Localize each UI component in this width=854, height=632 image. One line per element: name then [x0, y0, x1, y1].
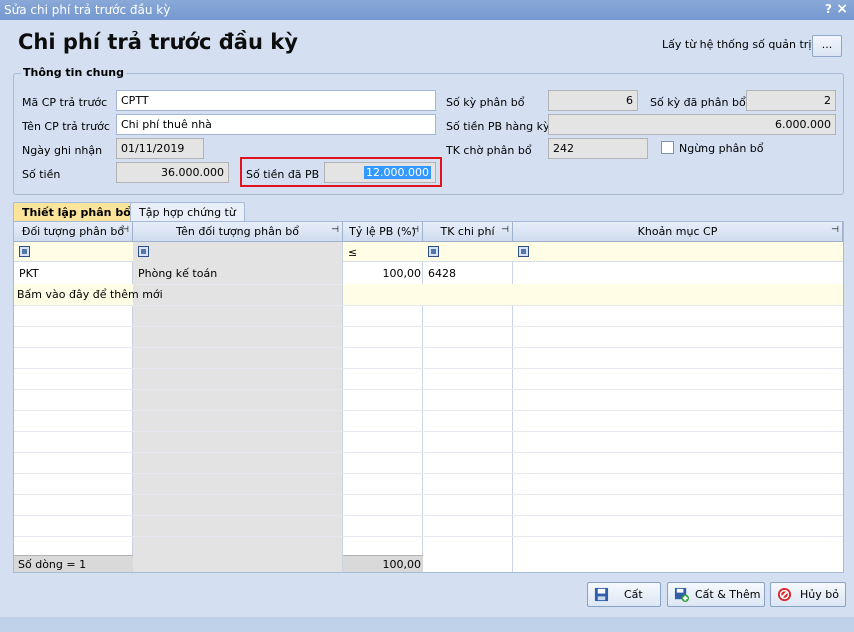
pin-icon[interactable]: ⊣	[331, 225, 339, 235]
ma-cp-input[interactable]: CPTT	[116, 90, 436, 111]
ten-cp-label: Tên CP trả trước	[22, 120, 110, 133]
page-title: Chi phí trả trước đầu kỳ	[18, 30, 298, 54]
window-titlebar: Sửa chi phí trả trước đầu kỳ ? ×	[0, 0, 854, 20]
save-icon	[594, 587, 609, 602]
system-link-label: Lấy từ hệ thống số quản trị	[662, 38, 812, 51]
tk-cho-label: TK chờ phân bổ	[446, 144, 532, 157]
so-tien-pb-label: Số tiền đã PB	[246, 168, 320, 181]
row-count: Số dòng = 1	[18, 558, 87, 571]
pin-icon[interactable]: ⊣	[831, 225, 839, 235]
allocation-grid: Đối tượng phân bổ ⊣ Tên đối tượng phân bổ…	[13, 221, 844, 573]
cell-ten-doi-tuong[interactable]: Phòng kế toán	[138, 267, 217, 280]
status-bar	[0, 617, 854, 632]
close-icon[interactable]: ×	[836, 1, 848, 17]
col-header-tk-chi-phi[interactable]: TK chi phí ⊣	[423, 222, 513, 242]
help-icon[interactable]: ?	[825, 2, 832, 16]
pin-icon[interactable]: ⊣	[411, 225, 419, 235]
system-browse-button[interactable]: ...	[812, 35, 842, 57]
so-tien-label: Số tiền	[22, 168, 61, 181]
col-header-ten-doi-tuong[interactable]: Tên đối tượng phân bổ ⊣	[133, 222, 343, 242]
so-ky-da-field: 2	[746, 90, 836, 111]
window-title: Sửa chi phí trả trước đầu kỳ	[4, 3, 171, 17]
ten-cp-input[interactable]: Chi phí thuê nhà	[116, 114, 436, 135]
filter-icon[interactable]	[518, 246, 529, 257]
ngung-phan-bo-label: Ngừng phân bổ	[679, 142, 764, 155]
filter-icon[interactable]	[19, 246, 30, 257]
so-ky-da-label: Số kỳ đã phân bổ	[650, 96, 746, 109]
col-header-ty-le[interactable]: Tỷ lệ PB (%) ⊣	[343, 222, 423, 242]
filter-row	[14, 242, 133, 262]
ma-cp-label: Mã CP trả trước	[22, 96, 108, 109]
tab-tap-hop[interactable]: Tập hợp chứng từ	[130, 202, 245, 222]
cancel-icon	[777, 587, 792, 602]
filter-icon[interactable]	[138, 246, 149, 257]
so-ky-field: 6	[548, 90, 638, 111]
cell-doi-tuong[interactable]: PKT	[19, 267, 39, 280]
so-ky-label: Số kỳ phân bổ	[446, 96, 525, 109]
so-tien-pb-value: 12.000.000	[364, 166, 431, 179]
ngay-ghi-nhan-field: 01/11/2019	[116, 138, 204, 159]
col-header-doi-tuong[interactable]: Đối tượng phân bổ ⊣	[14, 222, 133, 242]
pb-hang-ky-label: Số tiền PB hàng kỳ	[446, 120, 550, 133]
filter-icon[interactable]	[428, 246, 439, 257]
pin-icon[interactable]: ⊣	[501, 225, 509, 235]
cancel-button[interactable]: Hủy bỏ	[770, 582, 846, 607]
cell-ty-le[interactable]: 100,00	[343, 267, 422, 280]
filter-row	[343, 242, 843, 262]
tab-thiet-lap[interactable]: Thiết lập phân bổ	[13, 202, 140, 222]
pb-hang-ky-field: 6.000.000	[548, 114, 836, 135]
save-add-icon	[674, 587, 689, 602]
so-tien-field: 36.000.000	[116, 162, 229, 183]
filter-operator[interactable]: ≤	[348, 246, 357, 259]
form-header: Chi phí trả trước đầu kỳ Lấy từ hệ thống…	[0, 20, 854, 66]
tk-cho-field: 242	[548, 138, 648, 159]
ngung-phan-bo-checkbox[interactable]	[661, 141, 674, 154]
ty-le-total: 100,00	[382, 558, 422, 571]
add-row-hint[interactable]: Bấm vào đây để thêm mới	[17, 288, 163, 301]
col-header-khoan-muc[interactable]: Khoản mục CP ⊣	[513, 222, 843, 242]
cell-tk-chi-phi[interactable]: 6428	[428, 267, 456, 280]
save-add-button[interactable]: Cất & Thêm	[667, 582, 765, 607]
ngay-ghi-nhan-label: Ngày ghi nhận	[22, 144, 103, 157]
general-info-title: Thông tin chung	[21, 66, 127, 79]
so-tien-pb-field[interactable]: 12.000.000	[324, 162, 436, 183]
add-row-filler	[343, 284, 843, 305]
save-button[interactable]: Cất	[587, 582, 661, 607]
pin-icon[interactable]: ⊣	[121, 225, 129, 235]
